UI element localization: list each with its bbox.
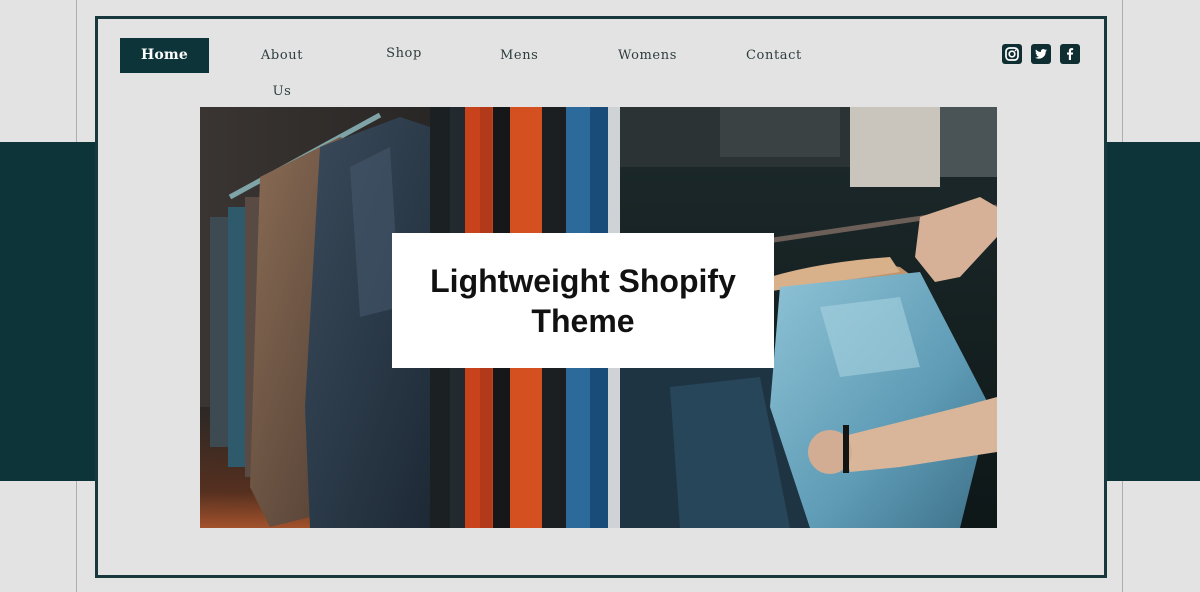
facebook-icon[interactable]: [1060, 44, 1080, 64]
nav-mens[interactable]: Mens: [500, 38, 538, 74]
nav-shop[interactable]: Shop: [386, 36, 422, 72]
headline-card: Lightweight Shopify Theme: [392, 233, 774, 368]
nav-contact[interactable]: Contact: [746, 38, 801, 74]
twitter-icon[interactable]: [1031, 44, 1051, 64]
nav-about-us[interactable]: About Us: [250, 38, 314, 99]
hero-headline: Lightweight Shopify Theme: [430, 262, 736, 339]
page-frame: Home About Us Shop Mens Womens Contact L…: [95, 16, 1107, 578]
nav-womens[interactable]: Womens: [618, 38, 676, 74]
hero-image: Lightweight Shopify Theme: [200, 107, 997, 528]
main-nav: Home About Us Shop Mens Womens Contact: [120, 36, 1080, 99]
instagram-icon[interactable]: [1002, 44, 1022, 64]
nav-home[interactable]: Home: [120, 38, 209, 73]
